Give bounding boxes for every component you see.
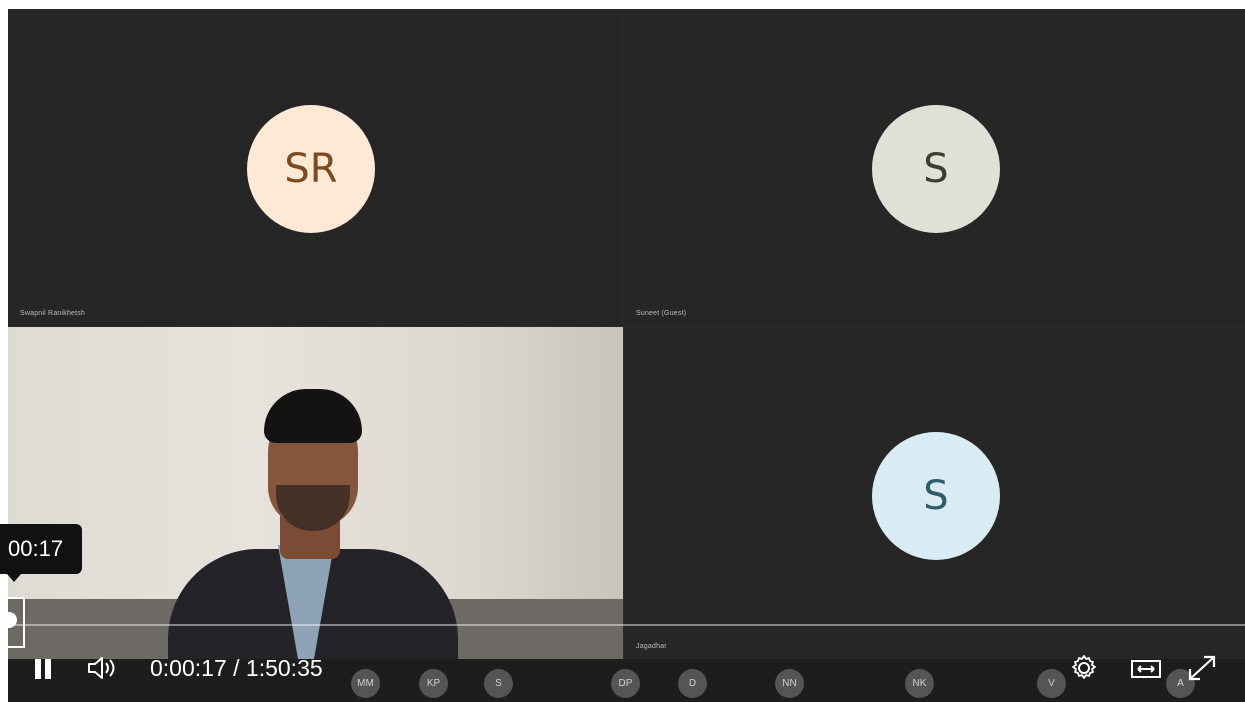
participant-chip[interactable]: D	[678, 669, 707, 698]
participant-name: Suneet (Guest)	[636, 310, 687, 317]
seek-handle[interactable]	[1, 612, 17, 628]
avatar: SR	[247, 105, 375, 233]
time-display: 0:00:17 / 1:50:35	[150, 655, 323, 685]
seek-time-tooltip: 00:17	[0, 524, 82, 574]
participant-name: Jagadhar	[636, 643, 667, 650]
fullscreen-button[interactable]	[1182, 650, 1222, 686]
gear-icon	[1072, 655, 1096, 679]
participant-chip[interactable]: NK	[905, 669, 934, 698]
participant-chip[interactable]: MM	[351, 669, 380, 698]
participant-chip[interactable]: DP	[611, 669, 640, 698]
avatar: S	[872, 105, 1000, 233]
participant-tile-swapnil[interactable]: SR Swapnil Ranikhetsh	[8, 9, 623, 326]
avatar: S	[872, 432, 1000, 560]
volume-button[interactable]	[84, 652, 120, 684]
participant-tile-suneet[interactable]: S Suneet (Guest)	[624, 9, 1245, 326]
expand-width-icon	[1131, 660, 1161, 678]
volume-icon	[88, 657, 115, 679]
video-stage: SR Swapnil Ranikhetsh S Suneet (Guest) S…	[8, 9, 1245, 702]
settings-button[interactable]	[1068, 652, 1100, 684]
time-separator: /	[233, 655, 240, 681]
participant-tile-camera[interactable]	[8, 327, 623, 659]
participant-name: Swapnil Ranikhetsh	[20, 310, 86, 317]
participant-chip[interactable]: S	[484, 669, 513, 698]
seek-bar[interactable]	[8, 624, 1245, 626]
participant-tile-jagadhar[interactable]: S Jagadhar	[624, 327, 1245, 659]
fullscreen-icon	[1188, 655, 1216, 681]
pause-icon	[35, 659, 41, 679]
tooltip-caret	[7, 574, 21, 582]
duration: 1:50:35	[245, 655, 323, 681]
current-time: 0:00:17	[150, 655, 227, 681]
speaker-video-person	[158, 367, 478, 659]
theater-mode-button[interactable]	[1128, 654, 1164, 684]
participant-chip[interactable]: V	[1037, 669, 1066, 698]
participant-chip[interactable]: KP	[419, 669, 448, 698]
pause-button[interactable]	[30, 654, 56, 684]
participant-chip[interactable]: NN	[775, 669, 804, 698]
